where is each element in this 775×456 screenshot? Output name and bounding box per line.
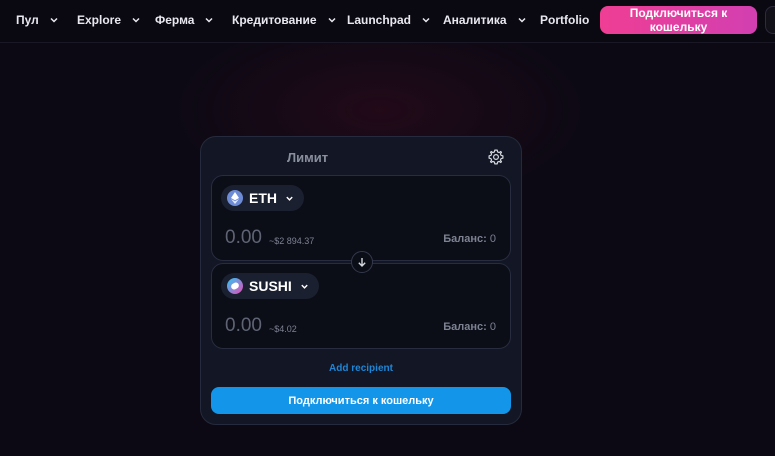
chevron-down-icon: [286, 196, 293, 201]
gear-icon[interactable]: [487, 148, 505, 166]
nav-item-farm[interactable]: Ферма: [155, 0, 214, 40]
to-token-box: SUSHI ~$4.02 Баланс: 0: [211, 263, 511, 349]
chevron-down-icon: [518, 17, 526, 23]
to-amount-input[interactable]: [225, 315, 265, 337]
balance-label: Баланс:: [443, 233, 487, 245]
nav-item-explore[interactable]: Explore: [77, 0, 141, 40]
from-balance: Баланс: 0: [443, 233, 496, 245]
arrow-down-icon: [358, 258, 366, 267]
balance-value: 0: [489, 233, 496, 245]
add-recipient-link[interactable]: Add recipient: [201, 363, 521, 374]
top-nav: Пул Explore Ферма Кредитование Launchpad…: [0, 0, 775, 43]
from-usd-value: ~$2 894.37: [269, 236, 315, 246]
from-token-symbol: ETH: [249, 190, 277, 206]
nav-item-analytics[interactable]: Аналитика: [443, 0, 527, 40]
from-amount-input[interactable]: [225, 227, 265, 249]
to-token-selector[interactable]: SUSHI: [221, 273, 319, 299]
chevron-down-icon: [301, 284, 308, 289]
connect-wallet-button[interactable]: Подключиться к кошельку: [600, 6, 757, 34]
chevron-down-icon: [50, 17, 58, 23]
sushi-token-icon: [227, 278, 243, 294]
chevron-down-icon: [205, 17, 214, 23]
chevron-down-icon: [422, 17, 430, 23]
swap-widget: Лимит ETH ~$2 894.37 Баланс: 0 SUSHI: [200, 136, 522, 425]
nav-item-label: Пул: [16, 13, 39, 27]
balance-label: Баланс:: [443, 321, 487, 333]
nav-item-pool[interactable]: Пул: [16, 0, 59, 40]
to-usd-value: ~$4.02: [269, 324, 297, 334]
nav-item-launchpad[interactable]: Launchpad: [347, 0, 431, 40]
nav-item-portfolio[interactable]: Portfolio: [540, 0, 589, 40]
nav-item-label: Launchpad: [347, 13, 412, 27]
nav-item-label: Explore: [77, 13, 122, 27]
menu-button[interactable]: [765, 6, 775, 34]
to-token-symbol: SUSHI: [249, 278, 292, 294]
eth-token-icon: [227, 190, 243, 206]
from-token-selector[interactable]: ETH: [221, 185, 304, 211]
nav-item-label: Аналитика: [443, 13, 507, 27]
to-balance: Баланс: 0: [443, 321, 496, 333]
nav-item-label: Portfolio: [540, 13, 590, 27]
chevron-down-icon: [328, 17, 336, 23]
nav-item-label: Ферма: [155, 13, 195, 27]
nav-item-lending[interactable]: Кредитование: [232, 0, 337, 40]
from-token-box: ETH ~$2 894.37 Баланс: 0: [211, 175, 511, 261]
chevron-down-icon: [132, 17, 140, 23]
connect-wallet-main-button[interactable]: Подключиться к кошельку: [211, 387, 511, 414]
balance-value: 0: [489, 321, 496, 333]
switch-tokens-button[interactable]: [351, 251, 373, 273]
tab-limit[interactable]: Лимит: [287, 150, 328, 165]
nav-item-label: Кредитование: [232, 13, 317, 27]
